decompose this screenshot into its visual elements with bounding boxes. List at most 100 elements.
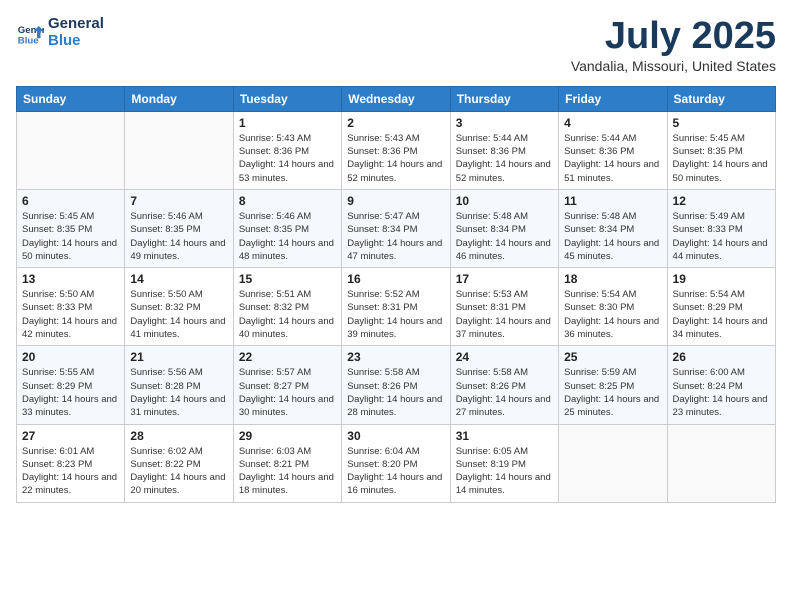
day-info: Sunrise: 5:48 AM Sunset: 8:34 PM Dayligh…	[564, 210, 661, 263]
day-number: 26	[673, 350, 770, 364]
location: Vandalia, Missouri, United States	[571, 58, 776, 74]
day-number: 10	[456, 194, 553, 208]
weekday-header-sunday: Sunday	[17, 86, 125, 111]
calendar-cell: 30 Sunrise: 6:04 AM Sunset: 8:20 PM Dayli…	[342, 424, 450, 502]
calendar-cell: 3 Sunrise: 5:44 AM Sunset: 8:36 PM Daylig…	[450, 111, 558, 189]
weekday-header-wednesday: Wednesday	[342, 86, 450, 111]
calendar-cell: 26Sunrise: 6:00 AM Sunset: 8:24 PM Dayli…	[667, 346, 775, 424]
day-number: 24	[456, 350, 553, 364]
svg-text:Blue: Blue	[18, 35, 39, 46]
day-number: 6	[22, 194, 119, 208]
calendar-cell: 13 Sunrise: 5:50 AM Sunset: 8:33 PM Dayli…	[17, 268, 125, 346]
calendar-cell: 5Sunrise: 5:45 AM Sunset: 8:35 PM Daylig…	[667, 111, 775, 189]
day-number: 11	[564, 194, 661, 208]
calendar-cell: 10Sunrise: 5:48 AM Sunset: 8:34 PM Dayli…	[450, 189, 558, 267]
calendar-cell: 20 Sunrise: 5:55 AM Sunset: 8:29 PM Dayli…	[17, 346, 125, 424]
day-info: Sunrise: 6:03 AM Sunset: 8:21 PM Dayligh…	[239, 445, 336, 498]
day-number: 30	[347, 429, 444, 443]
calendar-cell: 12 Sunrise: 5:49 AM Sunset: 8:33 PM Dayli…	[667, 189, 775, 267]
day-info: Sunrise: 5:49 AM Sunset: 8:33 PM Dayligh…	[673, 210, 770, 263]
day-number: 16	[347, 272, 444, 286]
calendar-cell	[125, 111, 233, 189]
weekday-header-thursday: Thursday	[450, 86, 558, 111]
day-number: 4	[564, 116, 661, 130]
calendar-cell: 7 Sunrise: 5:46 AM Sunset: 8:35 PM Daylig…	[125, 189, 233, 267]
day-info: Sunrise: 5:52 AM Sunset: 8:31 PM Dayligh…	[347, 288, 444, 341]
day-info: Sunrise: 5:51 AM Sunset: 8:32 PM Dayligh…	[239, 288, 336, 341]
day-info: Sunrise: 5:58 AM Sunset: 8:26 PM Dayligh…	[347, 366, 444, 419]
weekday-header-friday: Friday	[559, 86, 667, 111]
day-number: 13	[22, 272, 119, 286]
day-number: 14	[130, 272, 227, 286]
calendar-cell: 24 Sunrise: 5:58 AM Sunset: 8:26 PM Dayli…	[450, 346, 558, 424]
day-number: 22	[239, 350, 336, 364]
day-info: Sunrise: 5:50 AM Sunset: 8:32 PM Dayligh…	[130, 288, 227, 341]
calendar-cell	[559, 424, 667, 502]
calendar-cell: 1 Sunrise: 5:43 AM Sunset: 8:36 PM Daylig…	[233, 111, 341, 189]
calendar-cell: 23 Sunrise: 5:58 AM Sunset: 8:26 PM Dayli…	[342, 346, 450, 424]
calendar-cell	[667, 424, 775, 502]
calendar-cell: 21 Sunrise: 5:56 AM Sunset: 8:28 PM Dayli…	[125, 346, 233, 424]
day-number: 9	[347, 194, 444, 208]
calendar-cell: 11 Sunrise: 5:48 AM Sunset: 8:34 PM Dayli…	[559, 189, 667, 267]
day-info: Sunrise: 5:56 AM Sunset: 8:28 PM Dayligh…	[130, 366, 227, 419]
day-info: Sunrise: 5:58 AM Sunset: 8:26 PM Dayligh…	[456, 366, 553, 419]
day-number: 23	[347, 350, 444, 364]
day-info: Sunrise: 5:46 AM Sunset: 8:35 PM Dayligh…	[239, 210, 336, 263]
day-number: 3	[456, 116, 553, 130]
day-info: Sunrise: 5:43 AM Sunset: 8:36 PM Dayligh…	[239, 132, 336, 185]
calendar-table: SundayMondayTuesdayWednesdayThursdayFrid…	[16, 86, 776, 503]
weekday-header-tuesday: Tuesday	[233, 86, 341, 111]
day-info: Sunrise: 5:55 AM Sunset: 8:29 PM Dayligh…	[22, 366, 119, 419]
day-number: 7	[130, 194, 227, 208]
logo-line2: Blue	[48, 33, 104, 50]
title-block: July 2025 Vandalia, Missouri, United Sta…	[571, 16, 776, 74]
day-number: 1	[239, 116, 336, 130]
day-number: 20	[22, 350, 119, 364]
calendar-cell: 2Sunrise: 5:43 AM Sunset: 8:36 PM Daylig…	[342, 111, 450, 189]
calendar-cell: 22Sunrise: 5:57 AM Sunset: 8:27 PM Dayli…	[233, 346, 341, 424]
day-info: Sunrise: 5:44 AM Sunset: 8:36 PM Dayligh…	[564, 132, 661, 185]
month-title: July 2025	[571, 16, 776, 58]
day-number: 31	[456, 429, 553, 443]
weekday-header-saturday: Saturday	[667, 86, 775, 111]
day-number: 19	[673, 272, 770, 286]
day-info: Sunrise: 5:44 AM Sunset: 8:36 PM Dayligh…	[456, 132, 553, 185]
day-number: 28	[130, 429, 227, 443]
day-number: 15	[239, 272, 336, 286]
calendar-cell: 14 Sunrise: 5:50 AM Sunset: 8:32 PM Dayli…	[125, 268, 233, 346]
calendar-cell: 9 Sunrise: 5:47 AM Sunset: 8:34 PM Daylig…	[342, 189, 450, 267]
calendar-cell: 28 Sunrise: 6:02 AM Sunset: 8:22 PM Dayli…	[125, 424, 233, 502]
calendar-cell: 16 Sunrise: 5:52 AM Sunset: 8:31 PM Dayli…	[342, 268, 450, 346]
day-info: Sunrise: 6:04 AM Sunset: 8:20 PM Dayligh…	[347, 445, 444, 498]
calendar-cell: 8 Sunrise: 5:46 AM Sunset: 8:35 PM Daylig…	[233, 189, 341, 267]
logo: General Blue General Blue	[16, 16, 104, 49]
calendar-cell: 25 Sunrise: 5:59 AM Sunset: 8:25 PM Dayli…	[559, 346, 667, 424]
day-number: 17	[456, 272, 553, 286]
day-number: 2	[347, 116, 444, 130]
day-info: Sunrise: 5:59 AM Sunset: 8:25 PM Dayligh…	[564, 366, 661, 419]
calendar-cell: 18Sunrise: 5:54 AM Sunset: 8:30 PM Dayli…	[559, 268, 667, 346]
day-number: 21	[130, 350, 227, 364]
logo-line1: General	[48, 16, 104, 33]
calendar-cell: 15 Sunrise: 5:51 AM Sunset: 8:32 PM Dayli…	[233, 268, 341, 346]
page-header: General Blue General Blue July 2025 Vand…	[16, 16, 776, 74]
day-number: 27	[22, 429, 119, 443]
day-number: 25	[564, 350, 661, 364]
day-info: Sunrise: 5:45 AM Sunset: 8:35 PM Dayligh…	[673, 132, 770, 185]
calendar-cell: 19Sunrise: 5:54 AM Sunset: 8:29 PM Dayli…	[667, 268, 775, 346]
calendar-cell: 4 Sunrise: 5:44 AM Sunset: 8:36 PM Daylig…	[559, 111, 667, 189]
day-number: 29	[239, 429, 336, 443]
day-info: Sunrise: 6:01 AM Sunset: 8:23 PM Dayligh…	[22, 445, 119, 498]
day-info: Sunrise: 6:02 AM Sunset: 8:22 PM Dayligh…	[130, 445, 227, 498]
day-info: Sunrise: 5:47 AM Sunset: 8:34 PM Dayligh…	[347, 210, 444, 263]
day-number: 18	[564, 272, 661, 286]
day-info: Sunrise: 5:50 AM Sunset: 8:33 PM Dayligh…	[22, 288, 119, 341]
calendar-cell: 6Sunrise: 5:45 AM Sunset: 8:35 PM Daylig…	[17, 189, 125, 267]
day-number: 12	[673, 194, 770, 208]
calendar-cell: 29 Sunrise: 6:03 AM Sunset: 8:21 PM Dayli…	[233, 424, 341, 502]
day-number: 8	[239, 194, 336, 208]
calendar-cell: 17Sunrise: 5:53 AM Sunset: 8:31 PM Dayli…	[450, 268, 558, 346]
calendar-cell	[17, 111, 125, 189]
day-info: Sunrise: 5:46 AM Sunset: 8:35 PM Dayligh…	[130, 210, 227, 263]
